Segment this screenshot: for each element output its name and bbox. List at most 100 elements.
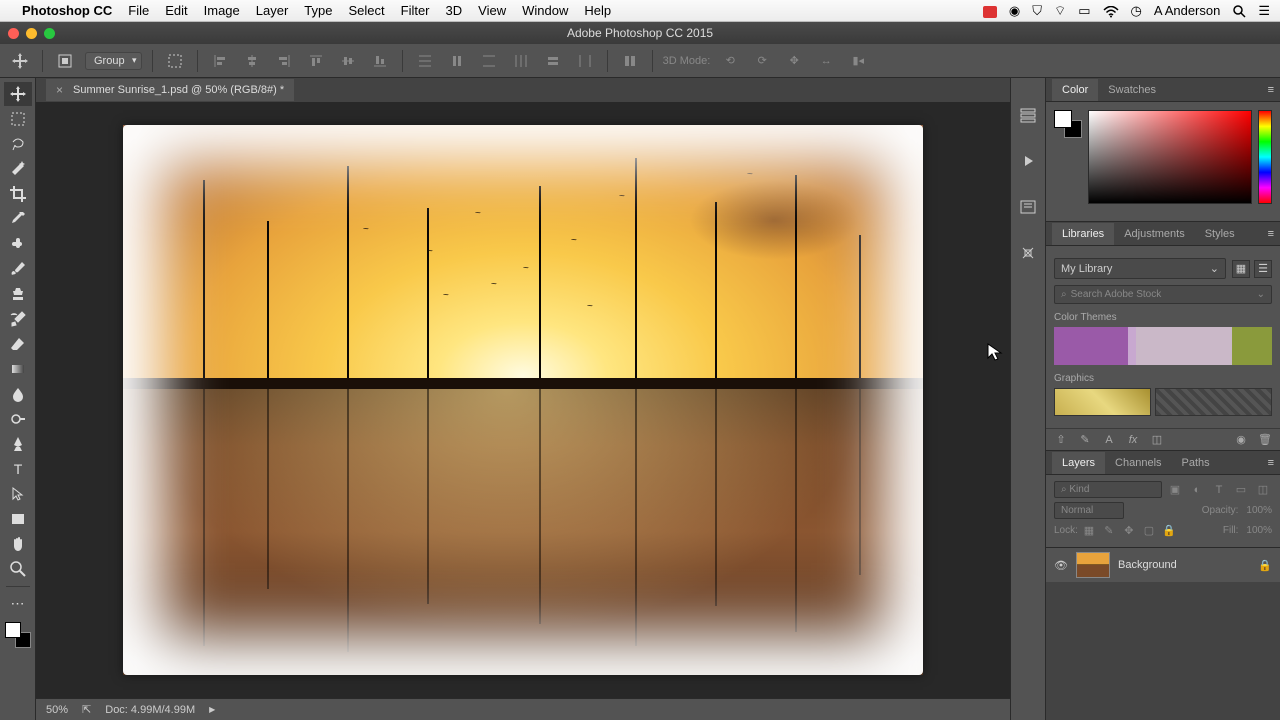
transform-controls-icon[interactable] xyxy=(163,49,187,73)
cc-status-icon[interactable] xyxy=(983,3,997,18)
lib-fx-icon[interactable]: fx xyxy=(1126,434,1140,446)
menu-edit[interactable]: Edit xyxy=(165,3,187,18)
fill-value[interactable]: 100% xyxy=(1246,525,1272,536)
spotlight-icon[interactable] xyxy=(1232,3,1246,19)
tab-layers[interactable]: Layers xyxy=(1052,452,1105,474)
align-right-icon[interactable] xyxy=(272,49,296,73)
lib-fill-icon[interactable]: ◫ xyxy=(1150,433,1164,446)
hue-slider[interactable] xyxy=(1258,110,1272,204)
user-name[interactable]: A Anderson xyxy=(1154,3,1221,18)
eyedropper-tool[interactable] xyxy=(4,207,32,231)
lock-pixels-icon[interactable]: ✎ xyxy=(1102,523,1116,537)
menu-select[interactable]: Select xyxy=(348,3,384,18)
zoom-tool[interactable] xyxy=(4,557,32,581)
filter-adjust-icon[interactable]: ◐ xyxy=(1188,482,1206,498)
close-tab-icon[interactable]: × xyxy=(56,83,63,97)
lib-panel-menu-icon[interactable]: ≡ xyxy=(1268,228,1274,240)
tab-adjustments[interactable]: Adjustments xyxy=(1114,223,1195,245)
move-tool[interactable] xyxy=(4,82,32,106)
lock-position-icon[interactable]: ✥ xyxy=(1122,523,1136,537)
menu-image[interactable]: Image xyxy=(204,3,240,18)
list-view-icon[interactable]: ☰ xyxy=(1254,260,1272,278)
3d-slide-icon[interactable]: ↔ xyxy=(814,49,838,73)
rectangle-tool[interactable] xyxy=(4,507,32,531)
menu-view[interactable]: View xyxy=(478,3,506,18)
dodge-tool[interactable] xyxy=(4,407,32,431)
filter-shape-icon[interactable]: ▭ xyxy=(1232,482,1250,498)
tab-channels[interactable]: Channels xyxy=(1105,452,1171,474)
auto-align-icon[interactable] xyxy=(618,49,642,73)
maximize-window-button[interactable] xyxy=(44,28,55,39)
menu-help[interactable]: Help xyxy=(584,3,611,18)
hand-tool[interactable] xyxy=(4,532,32,556)
distribute-vcenter-icon[interactable] xyxy=(445,49,469,73)
blur-tool[interactable] xyxy=(4,382,32,406)
layers-panel-menu-icon[interactable]: ≡ xyxy=(1268,457,1274,469)
app-menu[interactable]: Photoshop CC xyxy=(22,3,112,18)
3d-roll-icon[interactable]: ⟳ xyxy=(750,49,774,73)
eraser-tool[interactable] xyxy=(4,332,32,356)
auto-select-icon[interactable] xyxy=(53,49,77,73)
creative-cloud-icon[interactable]: ◉ xyxy=(1009,3,1020,19)
gradient-tool[interactable] xyxy=(4,357,32,381)
lock-artboard-icon[interactable]: ▢ xyxy=(1142,523,1156,537)
lasso-tool[interactable] xyxy=(4,132,32,156)
align-top-icon[interactable] xyxy=(304,49,328,73)
crop-tool[interactable] xyxy=(4,182,32,206)
filter-smart-icon[interactable]: ◫ xyxy=(1254,482,1272,498)
spot-heal-tool[interactable] xyxy=(4,232,32,256)
properties-panel-icon[interactable] xyxy=(1017,196,1039,218)
opacity-value[interactable]: 100% xyxy=(1246,505,1272,516)
align-bottom-icon[interactable] xyxy=(368,49,392,73)
move-tool-icon[interactable] xyxy=(8,49,32,73)
notification-icon[interactable]: ☰ xyxy=(1258,3,1270,19)
align-left-icon[interactable] xyxy=(208,49,232,73)
grid-view-icon[interactable]: ▦ xyxy=(1232,260,1250,278)
menu-filter[interactable]: Filter xyxy=(401,3,430,18)
lib-upload-icon[interactable]: ⇧ xyxy=(1054,433,1068,446)
layer-item[interactable]: 👁 Background 🔒 xyxy=(1046,548,1280,583)
color-fg-bg[interactable] xyxy=(1054,110,1082,138)
3d-pan-icon[interactable]: ✥ xyxy=(782,49,806,73)
pen-tool[interactable] xyxy=(4,432,32,456)
3d-orbit-icon[interactable]: ⟲ xyxy=(718,49,742,73)
document-canvas[interactable]: ~~ ~~ ~~ ~~ ~~ xyxy=(123,125,923,675)
canvas-area[interactable]: ~~ ~~ ~~ ~~ ~~ xyxy=(36,102,1010,698)
distribute-bottom-icon[interactable] xyxy=(477,49,501,73)
bluetooth-icon[interactable]: ⌔ xyxy=(1054,3,1066,19)
fg-bg-colors[interactable] xyxy=(5,622,31,648)
display-icon[interactable]: ▭ xyxy=(1078,3,1090,19)
graphic-pattern[interactable] xyxy=(1155,388,1272,416)
blend-mode-dropdown[interactable]: Normal xyxy=(1054,502,1124,519)
edit-toolbar-icon[interactable]: ⋯ xyxy=(4,591,32,615)
align-hcenter-icon[interactable] xyxy=(240,49,264,73)
filter-pixel-icon[interactable]: ▣ xyxy=(1166,482,1184,498)
lib-type-icon[interactable]: A xyxy=(1102,434,1116,446)
tab-color[interactable]: Color xyxy=(1052,79,1098,101)
menu-file[interactable]: File xyxy=(128,3,149,18)
distribute-right-icon[interactable] xyxy=(573,49,597,73)
layer-filter-dropdown[interactable]: ⌕ Kind xyxy=(1054,481,1162,498)
graphic-thumb[interactable] xyxy=(1054,388,1151,416)
color-field[interactable] xyxy=(1088,110,1252,204)
zoom-level[interactable]: 50% xyxy=(46,704,68,716)
clock-icon[interactable]: ◷ xyxy=(1131,3,1142,19)
lock-all-icon[interactable]: 🔒 xyxy=(1162,523,1176,537)
align-vcenter-icon[interactable] xyxy=(336,49,360,73)
tab-styles[interactable]: Styles xyxy=(1195,223,1245,245)
share-icon[interactable]: ⇱ xyxy=(82,703,91,716)
minimize-window-button[interactable] xyxy=(26,28,37,39)
layer-lock-icon[interactable]: 🔒 xyxy=(1258,559,1272,572)
doc-info[interactable]: Doc: 4.99M/4.99M xyxy=(105,704,195,716)
layer-thumbnail[interactable] xyxy=(1076,552,1110,578)
wifi-icon[interactable] xyxy=(1103,3,1119,18)
menu-window[interactable]: Window xyxy=(522,3,568,18)
color-theme-swatch[interactable] xyxy=(1054,327,1272,365)
path-select-tool[interactable] xyxy=(4,482,32,506)
color-panel-menu-icon[interactable]: ≡ xyxy=(1268,84,1274,96)
foreground-color[interactable] xyxy=(5,622,21,638)
lock-transparent-icon[interactable]: ▦ xyxy=(1082,523,1096,537)
tab-libraries[interactable]: Libraries xyxy=(1052,223,1114,245)
tab-swatches[interactable]: Swatches xyxy=(1098,79,1166,101)
actions-panel-icon[interactable] xyxy=(1017,150,1039,172)
